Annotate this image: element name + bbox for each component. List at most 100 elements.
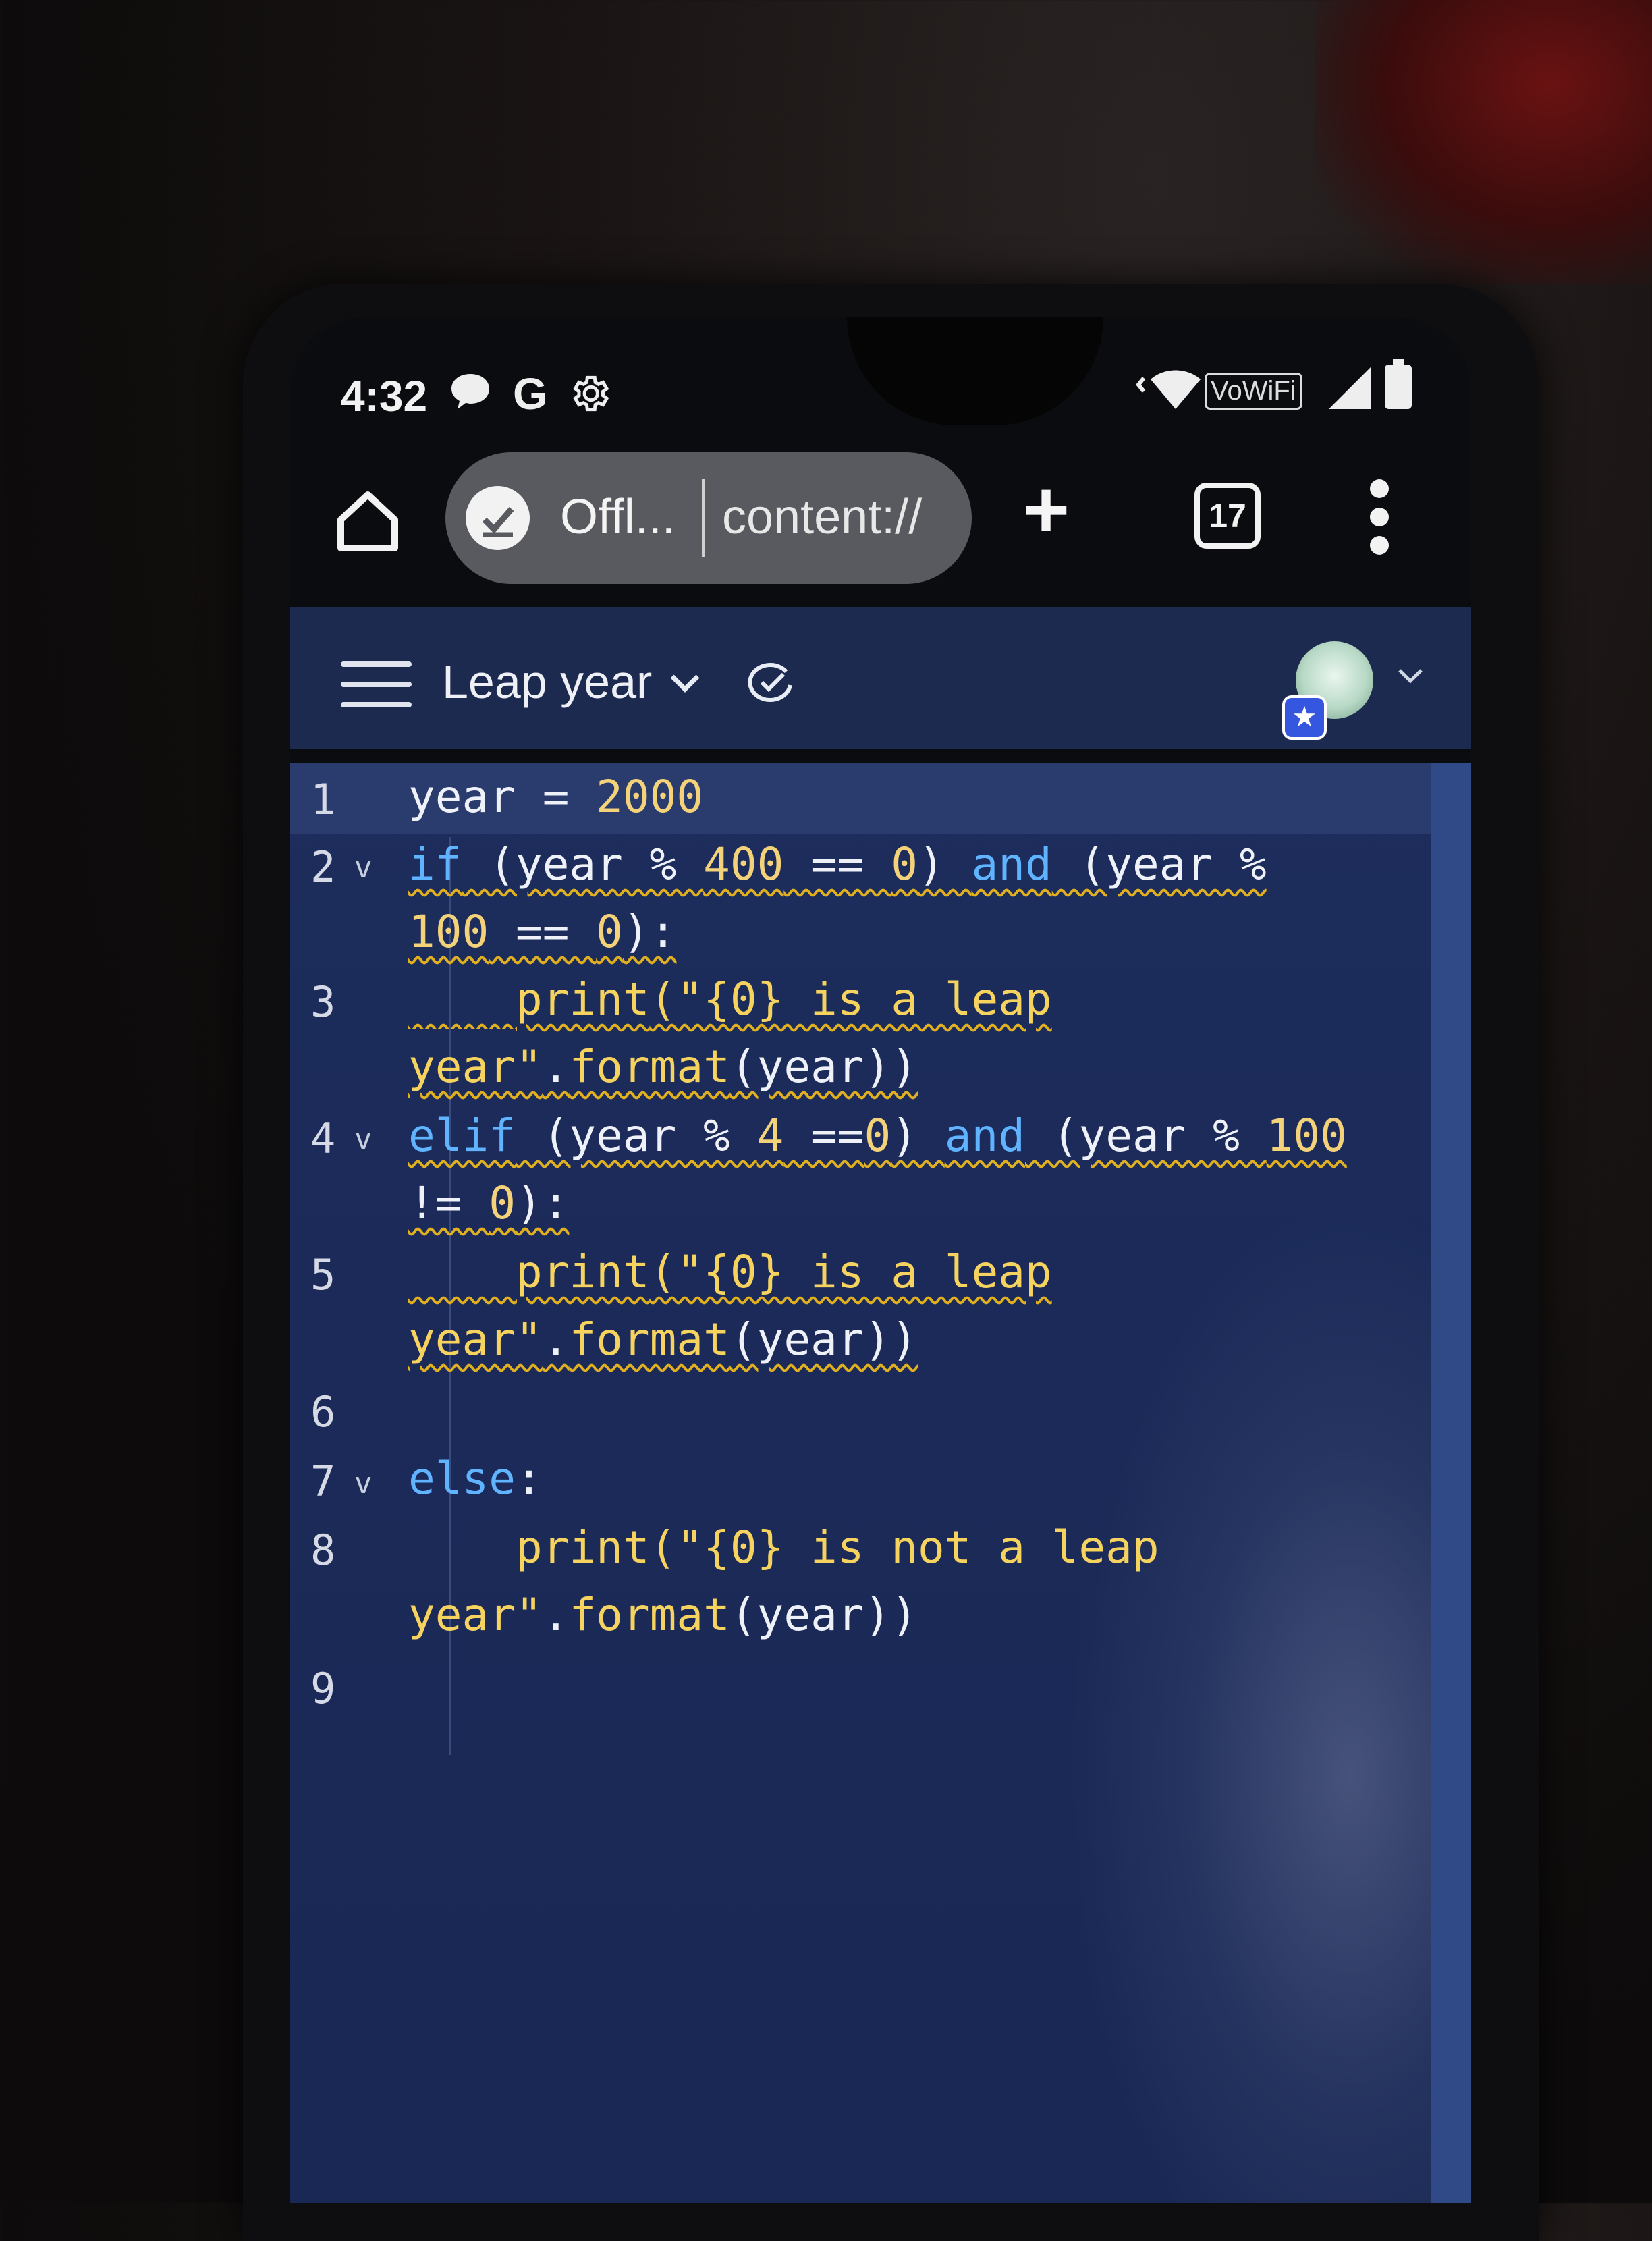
home-button[interactable]	[331, 483, 405, 557]
offline-label: Offl...	[560, 490, 676, 544]
hamburger-menu-icon[interactable]	[341, 662, 412, 722]
code-line[interactable]: print("{0} is a leap	[408, 1246, 1052, 1298]
code-line-wrap[interactable]: year".format(year))	[408, 1314, 918, 1366]
code-token: (year %	[462, 838, 704, 890]
chevron-down-icon[interactable]	[668, 662, 702, 705]
code-token: (year %	[1025, 1110, 1267, 1162]
chevron-down-icon[interactable]	[1397, 662, 1424, 692]
code-token: ("{0} is a leap	[649, 973, 1052, 1025]
overflow-menu-icon[interactable]	[1370, 479, 1390, 564]
code-line[interactable]: year = 2000	[408, 771, 703, 823]
code-line[interactable]: print("{0} is not a leap	[408, 1521, 1159, 1573]
code-token: ==	[783, 838, 891, 890]
google-g-icon: G	[513, 369, 548, 418]
code-token: 0	[891, 838, 918, 890]
code-token: (year))	[729, 1589, 918, 1641]
line-number: 1	[310, 775, 336, 824]
line-number: 6	[310, 1387, 336, 1436]
editor-scrollbar[interactable]	[1431, 763, 1471, 2203]
code-line-wrap[interactable]: year".format(year))	[408, 1041, 918, 1093]
code-token: 0	[596, 906, 623, 958]
line-number: 8	[310, 1526, 336, 1575]
code-token: format	[569, 1314, 730, 1366]
code-editor[interactable]: 1 2 3 4 5 6 7 8 9 v v v year = 2000 if (…	[290, 763, 1471, 2203]
code-token: format	[569, 1041, 730, 1093]
sync-check-icon[interactable]	[746, 658, 793, 705]
code-token: ==	[783, 1110, 864, 1162]
code-token: else	[408, 1453, 516, 1505]
code-token: and	[944, 1110, 1025, 1162]
code-line-wrap[interactable]: != 0):	[408, 1177, 569, 1229]
code-token: year"	[408, 1314, 543, 1366]
url-text: content://	[722, 490, 923, 544]
fold-chevron-icon[interactable]: v	[354, 1122, 373, 1156]
code-token: (year))	[729, 1041, 918, 1093]
camera-notch	[847, 317, 1103, 425]
code-token: ):	[515, 1177, 570, 1229]
tab-switcher-button[interactable]: 17	[1194, 483, 1261, 549]
code-token: .	[542, 1589, 570, 1641]
code-line[interactable]: elif (year % 4 ==0) and (year % 100	[408, 1110, 1347, 1162]
star-badge-icon: ★	[1282, 695, 1327, 740]
home-icon	[337, 491, 398, 551]
code-token: )	[891, 1110, 945, 1162]
new-tab-icon[interactable]: +	[1022, 469, 1070, 550]
code-token: and	[971, 838, 1052, 890]
code-token: =	[515, 771, 597, 823]
document-title[interactable]: Leap year	[442, 655, 652, 709]
code-token: .	[542, 1314, 570, 1366]
code-line-wrap[interactable]: year".format(year))	[408, 1589, 918, 1641]
code-line[interactable]: if (year % 400 == 0) and (year %	[408, 838, 1267, 890]
vowifi-badge: VoWiFi	[1205, 373, 1302, 410]
code-token: format	[569, 1589, 730, 1641]
code-token: (year %	[1051, 838, 1267, 890]
line-number: 9	[310, 1664, 336, 1713]
code-token: year"	[408, 1589, 543, 1641]
code-token: 400	[703, 838, 784, 890]
status-time: 4:32	[341, 372, 428, 421]
fold-chevron-icon[interactable]: v	[354, 850, 373, 885]
code-token: (year))	[729, 1314, 918, 1366]
code-token: print	[515, 1521, 650, 1573]
code-token: :	[515, 1453, 543, 1505]
code-token: print	[515, 973, 650, 1025]
line-number: 2	[310, 842, 336, 892]
code-token: print	[515, 1246, 650, 1298]
code-token: 100	[1266, 1110, 1347, 1162]
code-token: )	[918, 838, 972, 890]
code-token: 100	[408, 906, 489, 958]
code-token: 2000	[596, 771, 704, 823]
code-token: ==	[489, 906, 597, 958]
chat-bubble-icon	[449, 371, 492, 419]
signal-icon	[1326, 364, 1373, 419]
code-token: year	[408, 771, 516, 823]
line-number: 7	[310, 1457, 336, 1506]
line-number: 5	[310, 1250, 336, 1299]
line-number: 4	[310, 1114, 336, 1163]
screen-glare	[1066, 1202, 1471, 2203]
code-token: year"	[408, 1041, 543, 1093]
offline-check-icon	[466, 486, 530, 550]
code-token: !=	[408, 1177, 489, 1229]
url-bar[interactable]: Offl... content://	[445, 452, 972, 584]
code-token: .	[542, 1041, 570, 1093]
code-token: if	[408, 838, 462, 890]
code-token: 0	[489, 1177, 516, 1229]
code-token: 4	[756, 1110, 784, 1162]
background-cloth	[1315, 0, 1652, 284]
line-number: 3	[310, 977, 336, 1027]
url-divider	[702, 479, 705, 557]
phone-screen: 4:32 G VoWiFi Offl... content:// + 17 Le…	[290, 317, 1471, 2203]
settings-gear-icon	[567, 371, 611, 423]
code-line-wrap[interactable]: 100 == 0):	[408, 906, 676, 958]
fold-chevron-icon[interactable]: v	[354, 1466, 373, 1501]
code-token: ("{0} is not a leap	[649, 1521, 1159, 1573]
code-line[interactable]: else:	[408, 1453, 543, 1505]
code-line[interactable]: print("{0} is a leap	[408, 973, 1052, 1025]
battery-icon	[1383, 359, 1413, 418]
code-token: elif	[408, 1110, 516, 1162]
code-token: (year %	[515, 1110, 757, 1162]
